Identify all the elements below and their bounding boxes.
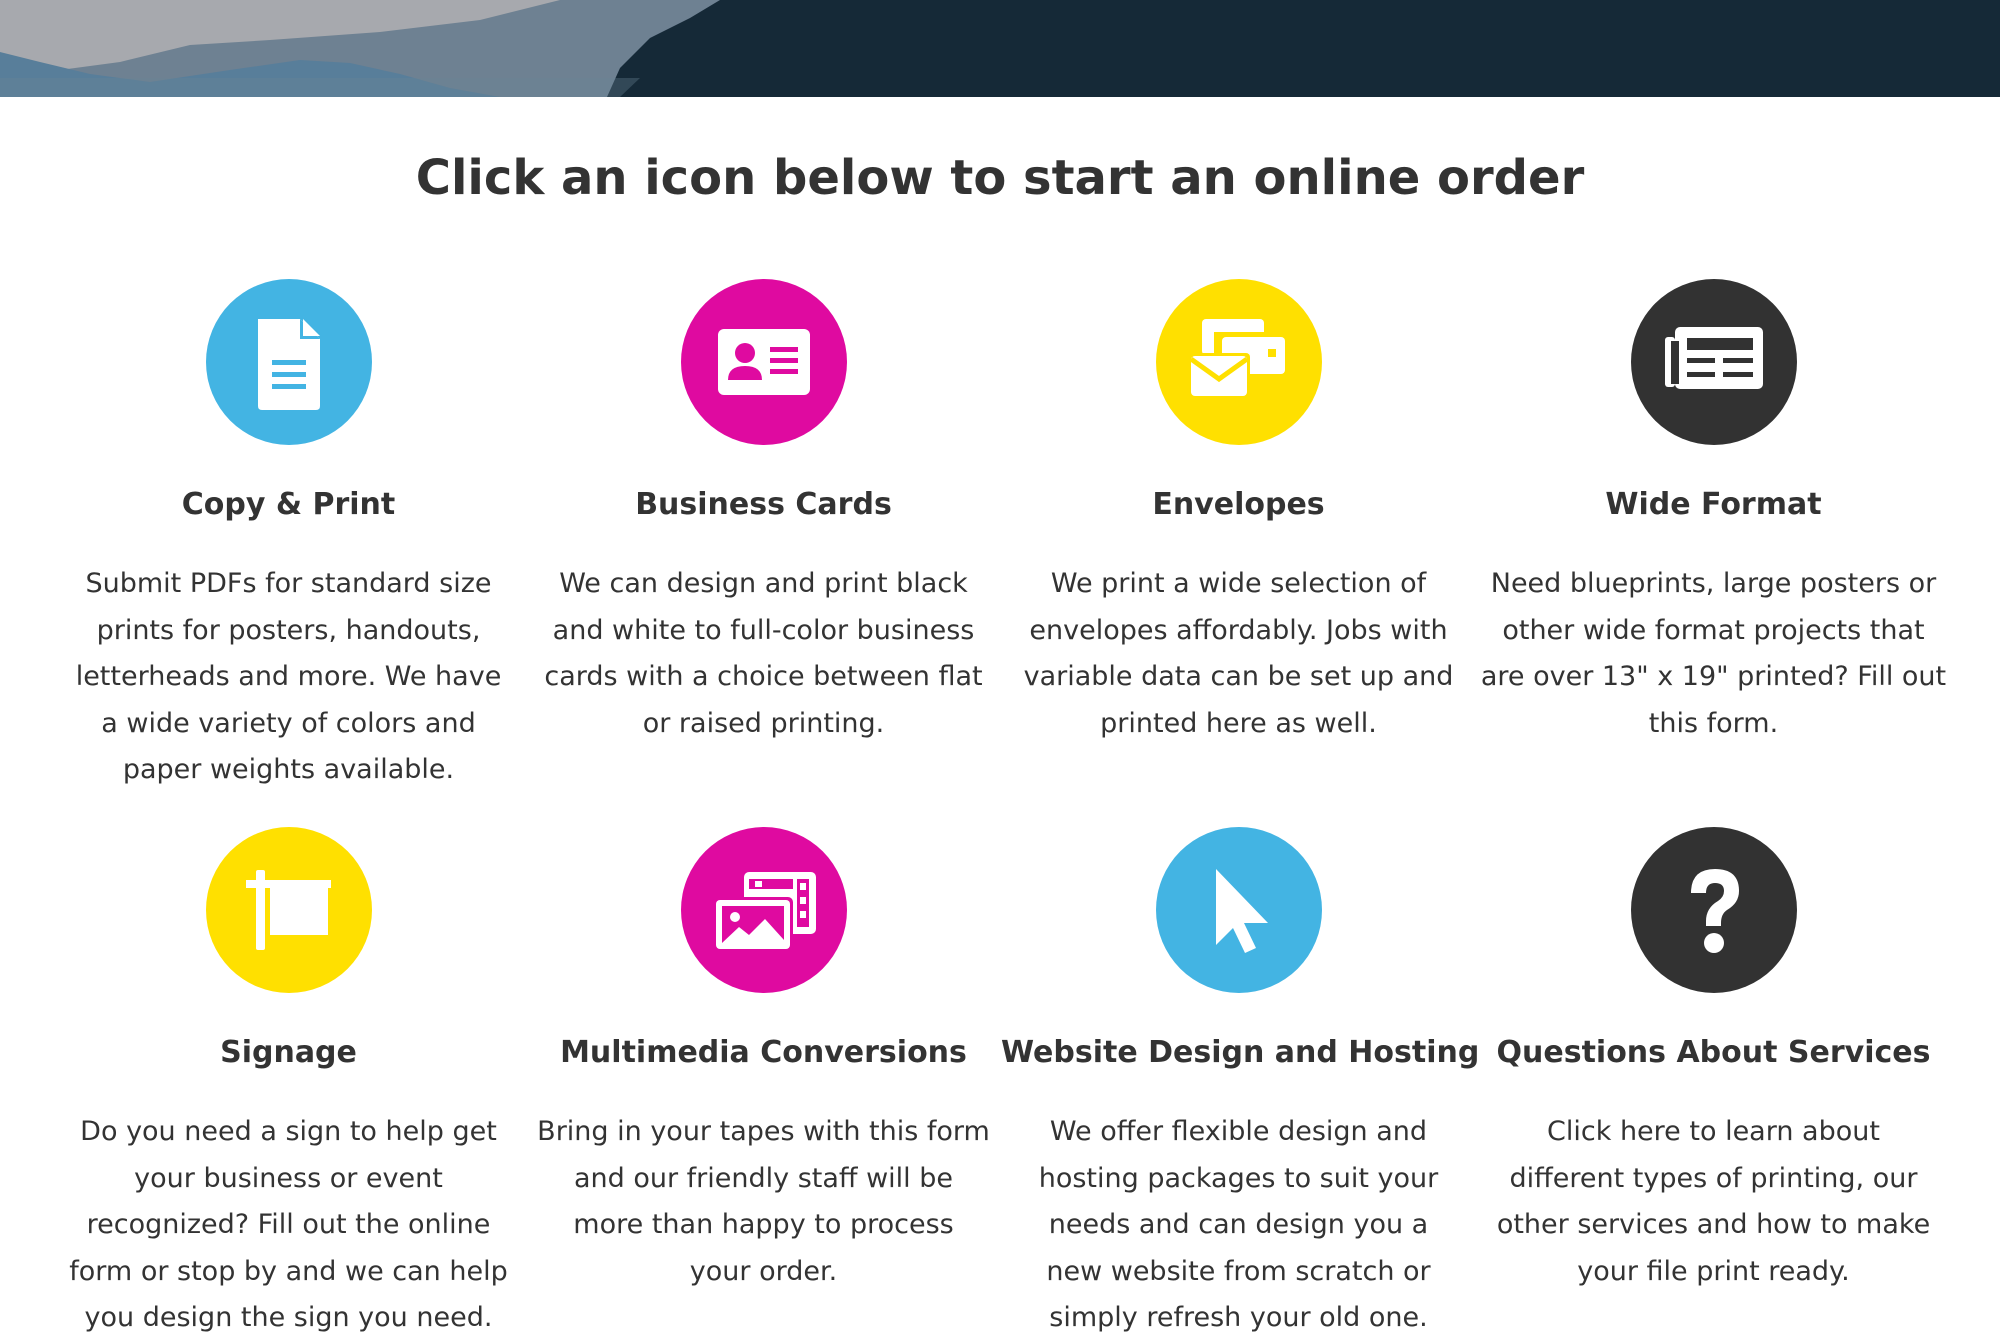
service-copy-print: Copy & Print Submit PDFs for standard si… [51,279,526,794]
business-cards-button[interactable] [680,279,847,445]
service-description: Submit PDFs for standard size prints for… [51,561,526,794]
description-line: different types of printing, our [1509,1162,1918,1194]
service-envelopes: Envelopes We print a wide selection of e… [1001,279,1476,747]
description-line: We print a wide selection of [1050,568,1427,599]
description-line: We offer flexible design and [1049,1116,1428,1147]
service-title: Questions About Services [1496,1035,1931,1070]
service-questions: Questions About Services Click here to l… [1476,827,1951,1295]
description-line: are over 13" x 19" printed? Fill out [1480,661,1947,692]
page-title: Click an icon below to start an online o… [415,150,1585,206]
description-line: more than happy to process [573,1209,954,1240]
newspaper-icon [1664,327,1763,389]
description-line: Bring in your tapes with this form [537,1116,990,1147]
description-line: needs and can design you a [1048,1209,1429,1240]
hero-landscape-image [0,0,720,97]
service-description: Do you need a sign to help get your busi… [51,1109,526,1342]
description-line: envelopes affordably. Jobs with [1029,614,1448,646]
service-wide-format: Wide Format Need blueprints, large poste… [1476,279,1951,747]
signage-button[interactable] [205,827,372,993]
description-line: and our friendly staff will be [573,1162,954,1194]
sign-icon [245,870,331,950]
service-title: Envelopes [1152,487,1325,522]
envelopes-icon [1187,319,1285,396]
description-line: paper weights available. [122,754,455,785]
description-line: other services and how to make [1496,1209,1931,1240]
description-line: or raised printing. [642,707,885,739]
description-line: this form. [1648,707,1779,739]
questions-button[interactable] [1630,827,1797,993]
website-design-button[interactable] [1155,827,1322,993]
service-description: Click here to learn about different type… [1476,1109,1951,1295]
description-line: your file print ready. [1577,1255,1850,1287]
description-line: We can design and print black [559,568,968,599]
document-icon [257,319,320,410]
description-line: form or stop by and we can help [69,1255,508,1287]
description-line: Submit PDFs for standard size [85,568,492,599]
service-description: We offer flexible design and hosting pac… [1001,1109,1476,1342]
photo-film-icon [712,872,816,952]
service-description: We print a wide selection of envelopes a… [1001,561,1476,747]
copy-print-button[interactable] [205,279,372,445]
description-line: a wide variety of colors and [101,707,476,739]
description-line: and white to full-color business [552,614,975,646]
description-line: letterheads and more. We have [75,661,502,692]
description-line: printed here as well. [1100,707,1377,739]
description-line: recognized? Fill out the online [86,1209,491,1240]
service-title: Business Cards [635,487,892,522]
description-line: Click here to learn about [1547,1116,1880,1147]
description-line: your order. [689,1255,838,1287]
description-line: Do you need a sign to help get [80,1116,497,1147]
description-line: simply refresh your old one. [1049,1302,1428,1333]
service-business-cards: Business Cards We can design and print b… [526,279,1001,747]
service-description: We can design and print black and white … [526,561,1001,747]
service-title: Wide Format [1605,487,1822,522]
hero-banner [0,0,2000,97]
service-title: Multimedia Conversions [560,1035,967,1070]
description-line: other wide format projects that [1502,614,1925,646]
service-signage: Signage Do you need a sign to help get y… [51,827,526,1342]
service-title: Copy & Print [181,487,396,522]
multimedia-conversions-button[interactable] [680,827,847,993]
cursor-icon [1215,869,1268,953]
description-line: your business or event [134,1162,443,1194]
service-title: Signage [220,1035,357,1070]
description-line: Need blueprints, large posters or [1490,568,1937,599]
description-line: variable data can be set up and [1023,661,1454,692]
wide-format-button[interactable] [1630,279,1797,445]
service-description: Bring in your tapes with this form and o… [526,1109,1001,1295]
description-line: you design the sign you need. [84,1302,493,1333]
description-line: new website from scratch or [1046,1255,1431,1287]
service-multimedia-conversions: Multimedia Conversions Bring in your tap… [526,827,1001,1295]
question-icon [1690,869,1739,953]
description-line: hosting packages to suit your [1038,1162,1439,1194]
description-line: prints for posters, handouts, [96,614,481,646]
envelopes-button[interactable] [1155,279,1322,445]
service-website-design: Website Design and Hosting We offer flex… [1001,827,1480,1342]
id-card-icon [717,329,810,395]
service-title: Website Design and Hosting [1001,1035,1480,1070]
service-description: Need blueprints, large posters or other … [1476,561,1951,747]
description-line: cards with a choice between flat [544,661,983,692]
